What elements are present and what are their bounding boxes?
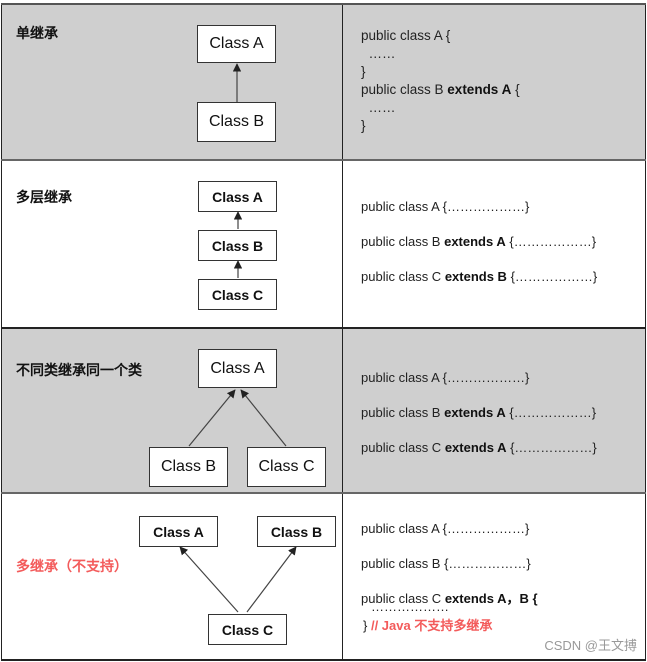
class-box-b: Class B	[198, 230, 277, 261]
code-block: public class A { …… } public class B ext…	[361, 27, 520, 135]
class-box-c: Class C	[208, 614, 287, 645]
code-line: public class B {………………}	[361, 556, 531, 571]
row-hierarchical-inheritance: 不同类继承同一个类 Class A Class B Class C public…	[1, 329, 646, 492]
class-box-a: Class A	[197, 25, 276, 63]
code-cell: public class A {………………} public class B e…	[343, 329, 646, 492]
code-keyword: extends A	[447, 82, 512, 97]
code-keyword: extends A	[444, 405, 506, 420]
watermark: CSDN @王文搏	[544, 638, 637, 653]
code-line: public class A {	[361, 28, 451, 43]
code-line: }	[361, 64, 366, 79]
class-box-a: Class A	[139, 516, 218, 547]
code-line: }	[361, 118, 366, 133]
row-multiple-inheritance: 多继承（不支持） Class A Class B Class C public …	[1, 494, 646, 660]
code-line: public class C	[361, 269, 445, 284]
arrow-c-to-a	[179, 546, 239, 613]
code-line: public class A {………………}	[361, 370, 530, 385]
class-box-a: Class A	[198, 349, 277, 388]
code-line: public class C	[361, 440, 445, 455]
code-line: {	[511, 82, 520, 97]
arrow-c-to-b	[246, 546, 297, 613]
code-keyword: extends A	[444, 234, 506, 249]
diagram-cell: 不同类继承同一个类 Class A Class B Class C	[1, 329, 343, 492]
row-single-inheritance: 单继承 Class A Class B public class A { …… …	[1, 3, 646, 160]
row-multilevel-inheritance: 多层继承 Class A Class B Class C public clas…	[1, 161, 646, 327]
class-box-a: Class A	[198, 181, 277, 212]
code-brace: }	[363, 618, 368, 633]
code-line: public class B	[361, 82, 448, 97]
code-line: ……	[368, 100, 396, 115]
arrows	[232, 63, 242, 102]
code-line: public class B	[361, 405, 445, 420]
code-dots: ………………	[371, 599, 449, 614]
table-top-border	[1, 3, 646, 5]
class-box-b: Class B	[257, 516, 336, 547]
code-line: {………………}	[505, 234, 597, 249]
diagram-cell: 多继承（不支持） Class A Class B Class C	[1, 494, 343, 660]
table-bottom-border	[1, 659, 646, 661]
inheritance-table: 单继承 Class A Class B public class A { …… …	[1, 3, 646, 661]
code-block: public class A {………………} public class B e…	[361, 189, 597, 294]
code-line: ……	[368, 46, 396, 61]
class-box-b: Class B	[197, 102, 276, 142]
code-line: public class A {………………}	[361, 521, 530, 536]
code-line: public class A {………………}	[361, 199, 530, 214]
code-closing: } // Java 不支持多继承	[363, 617, 492, 635]
class-box-c: Class C	[198, 279, 277, 310]
class-box-b: Class B	[149, 447, 228, 487]
arrows	[233, 211, 243, 278]
arrow-c-to-a	[240, 389, 287, 447]
code-keyword: extends A	[444, 440, 507, 455]
code-cell: public class A {………………} public class B {…	[343, 494, 646, 660]
code-keyword: extends A，B {	[444, 591, 538, 606]
code-comment: // Java 不支持多继承	[370, 618, 493, 633]
diagram-cell: 多层继承 Class A Class B Class C	[1, 161, 343, 327]
code-cell: public class A { …… } public class B ext…	[343, 3, 646, 160]
arrow-b-to-a	[188, 389, 236, 447]
code-line: {………………}	[505, 405, 597, 420]
diagram-cell: 单继承 Class A Class B	[1, 3, 343, 160]
code-line: {………………}	[506, 269, 598, 284]
code-line: public class B	[361, 234, 445, 249]
code-block: public class A {………………} public class B e…	[361, 360, 597, 465]
code-line: {………………}	[506, 440, 597, 455]
code-cell: public class A {………………} public class B e…	[343, 161, 646, 327]
class-box-c: Class C	[247, 447, 326, 487]
code-keyword: extends B	[444, 269, 507, 284]
